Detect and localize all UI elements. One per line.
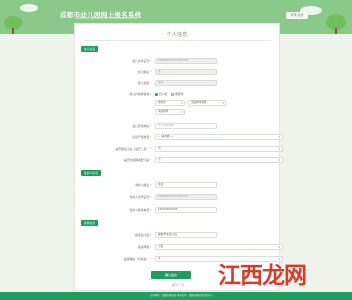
child-id-label: 幼儿身份证号 * xyxy=(132,59,151,63)
household-select-3[interactable]: 请选择区 xyxy=(155,109,185,115)
guardian-name-input[interactable]: 张某 xyxy=(155,182,217,188)
special-label: 是否为特殊需要儿童 * xyxy=(123,158,151,162)
row-household-district: 请选择区 xyxy=(75,109,281,116)
row-child-address: 幼儿居住地址 * 幼儿居住地址 xyxy=(75,123,281,130)
child-address-input[interactable]: 幼儿居住地址 xyxy=(155,123,217,129)
reason-label: 报读理由（可多选） * xyxy=(123,257,151,261)
row-grade: 报读年级 * 小班 xyxy=(75,244,283,251)
tree-decoration xyxy=(326,14,346,34)
child-gender-field[interactable]: 男孩 xyxy=(155,80,217,86)
tree-decoration xyxy=(4,16,22,34)
row-guardian-id: 监护人身份证号 * 510100XXXXXXXXXXXX xyxy=(75,194,281,201)
row-kindergarten: 报读幼儿园 * 成都市某幼儿园 xyxy=(75,232,281,239)
section-child-header: 幼儿信息 xyxy=(81,46,99,52)
row-onechild: 是否独生子女（是否二孩） * 否 xyxy=(75,146,283,153)
kindergarten-input[interactable]: 成都市某幼儿园 xyxy=(155,232,217,238)
row-child-gender: 幼儿性别 * 男孩 xyxy=(75,80,281,87)
child-id-field[interactable]: 510100XXXXXXXXXXXX xyxy=(155,58,217,64)
child-gender-label: 幼儿性别 * xyxy=(137,81,151,85)
page-title: 个人信息 xyxy=(166,32,188,38)
household-radio-province[interactable]: 四川省 xyxy=(155,92,167,97)
child-household-label: 幼儿户籍所在地 * xyxy=(129,92,151,96)
kindergarten-label: 报读幼儿园 * xyxy=(135,233,151,237)
property-label: 房屋产权类型 * xyxy=(132,135,151,139)
form-card: 个人信息 幼儿信息 幼儿身份证号 * 510100XXXXXXXXXXXX 幼儿… xyxy=(74,23,283,291)
site-footer: 主办单位：成都市教育局 技术支持：成都市教育信息化中心 xyxy=(0,292,352,300)
guardian-phone-input[interactable]: 1XXXXXXXXXX xyxy=(155,207,217,213)
grade-select[interactable]: 小班 xyxy=(155,244,283,250)
child-name-label: 幼儿姓名 * xyxy=(137,70,151,74)
row-child-household: 幼儿户籍所在地 * 四川省 成都市 xyxy=(75,91,281,98)
household-select-2[interactable]: 请选择市辖区 xyxy=(188,100,226,106)
child-name-field[interactable]: 张 xyxy=(155,69,217,75)
row-child-id: 幼儿身份证号 * 510100XXXXXXXXXXXX xyxy=(75,58,281,65)
guardian-id-field[interactable]: 510100XXXXXXXXXXXX xyxy=(155,194,217,200)
household-radio-city[interactable]: 成都市 xyxy=(171,92,183,97)
row-guardian-name: 监护人姓名 * 张某 xyxy=(75,182,281,189)
onechild-select[interactable]: 否 xyxy=(155,146,283,152)
household-select-1[interactable]: 省外市 xyxy=(155,100,185,106)
row-child-name: 幼儿姓名 * 张 xyxy=(75,69,281,76)
login-button[interactable]: 登录/注册 xyxy=(286,12,308,19)
guardian-id-label: 监护人身份证号 * xyxy=(129,195,151,199)
property-select[interactable]: --- 请选择 --- xyxy=(155,134,283,140)
section-guardian-header: 监护人信息 xyxy=(81,170,101,176)
site-subtitle: CHENGDU KINDERGARTEN ONLINE REGISTRATION xyxy=(75,17,138,20)
submit-button[interactable]: 确认提交 xyxy=(151,271,191,279)
cloud-decoration xyxy=(20,4,38,12)
row-guardian-phone: 监护人联系电话 * 1XXXXXXXXXX xyxy=(75,207,281,214)
guardian-phone-label: 监护人联系电话 * xyxy=(129,208,151,212)
title-divider xyxy=(83,40,271,41)
guardian-name-label: 监护人姓名 * xyxy=(135,183,151,187)
grade-label: 报读年级 * xyxy=(137,245,151,249)
onechild-label: 是否独生子女（是否二孩） * xyxy=(115,147,151,151)
row-property: 房屋产权类型 * --- 请选择 --- xyxy=(75,134,283,141)
row-special: 是否为特殊需要儿童 * 否 xyxy=(75,157,283,164)
row-household-selects: 省外市 请选择市辖区 xyxy=(75,100,281,107)
special-select[interactable]: 否 xyxy=(155,157,283,163)
child-address-label: 幼儿居住地址 * xyxy=(132,124,151,128)
watermark-logo: 江西龙网 xyxy=(218,262,307,289)
section-other-header: 其他信息 xyxy=(81,220,99,226)
